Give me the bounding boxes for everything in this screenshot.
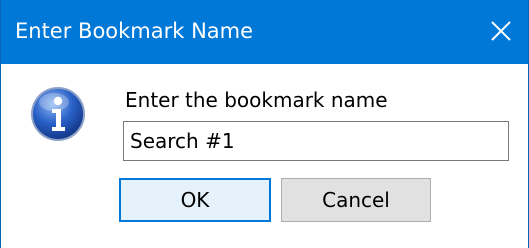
- close-icon: [491, 21, 511, 41]
- prompt-label: Enter the bookmark name: [125, 88, 388, 112]
- bookmark-dialog: Enter Bookmark Name Enter the bookmark n…: [0, 0, 529, 248]
- cancel-button[interactable]: Cancel: [281, 178, 431, 222]
- bookmark-name-input[interactable]: [123, 121, 509, 161]
- info-icon: [30, 86, 86, 142]
- window-title: Enter Bookmark Name: [15, 19, 254, 43]
- title-bar[interactable]: Enter Bookmark Name: [1, 0, 528, 64]
- close-button[interactable]: [478, 8, 524, 54]
- ok-button[interactable]: OK: [119, 178, 271, 222]
